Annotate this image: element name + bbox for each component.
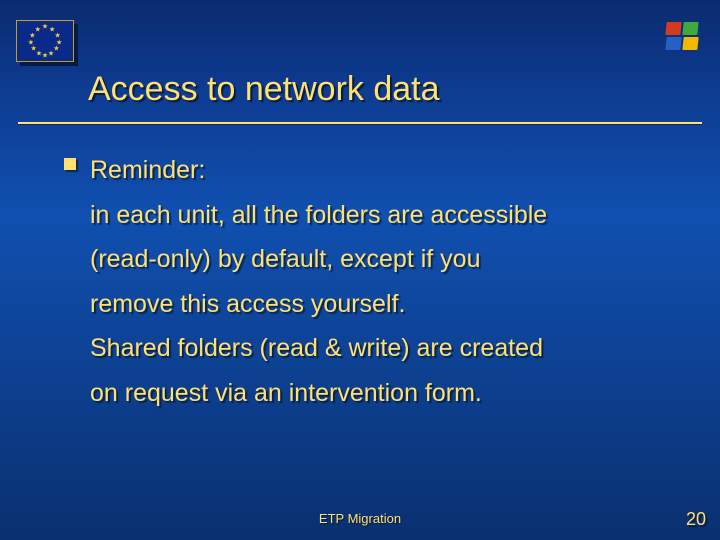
- bullet-line: on request via an intervention form.: [90, 371, 660, 416]
- slide: ★ ★ ★ ★ ★ ★ ★ ★ ★ ★ ★ ★ Access to networ…: [0, 0, 720, 540]
- footer-center: ETP Migration: [0, 511, 720, 526]
- slide-title: Access to network data: [88, 70, 440, 109]
- bullet-line: remove this access yourself.: [90, 282, 660, 327]
- square-bullet-icon: [64, 158, 76, 170]
- page-number: 20: [686, 509, 706, 530]
- title-underline: [18, 122, 702, 125]
- windows-logo-icon: [666, 22, 702, 54]
- header-icons: ★ ★ ★ ★ ★ ★ ★ ★ ★ ★ ★ ★: [0, 12, 720, 62]
- bullet-lead: Reminder:: [90, 148, 660, 193]
- bullet-line: Shared folders (read & write) are create…: [90, 326, 660, 371]
- bullet-item: Reminder: in each unit, all the folders …: [90, 148, 660, 415]
- body-content: Reminder: in each unit, all the folders …: [90, 148, 660, 415]
- eu-flag-icon: ★ ★ ★ ★ ★ ★ ★ ★ ★ ★ ★ ★: [16, 20, 74, 62]
- bullet-line: (read-only) by default, except if you: [90, 237, 660, 282]
- bullet-line: in each unit, all the folders are access…: [90, 193, 660, 238]
